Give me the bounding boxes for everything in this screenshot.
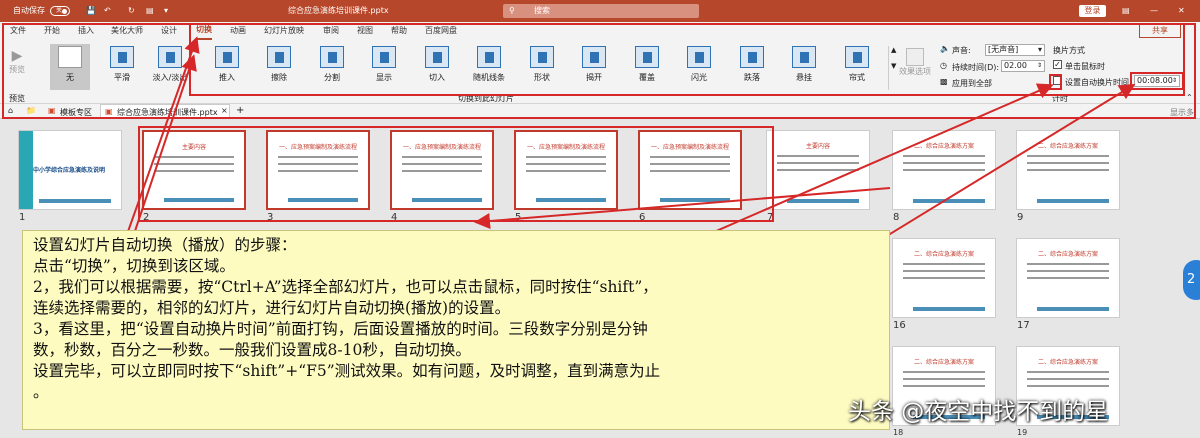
powerpoint-window: 自动保存 关 💾 ↶ ↻ ▤ ▾ 综合应急演练培训课件.pptx ⚲ 搜索 登录… [0, 0, 1200, 438]
note-line: 3，看这里，把“设置自动换片时间”前面打钩，后面设置播放的时间。三段数字分别是分… [33, 320, 648, 338]
side-badge[interactable]: 2 [1183, 260, 1200, 300]
arrow-to-ribbon [131, 54, 197, 241]
arrow-to-tab [124, 36, 200, 241]
watermark: 头条 @夜空中找不到的星 [848, 399, 1109, 425]
note-line: 连续选择需要的，相邻的幻灯片，进行幻灯片自动切换(播放)的设置。 [33, 299, 511, 317]
note-line: 。 [33, 383, 49, 401]
note-line: 2，我们可以根据需要，按“Ctrl+A”选择全部幻灯片，也可以点击鼠标，同时按住… [33, 278, 658, 296]
instruction-note: 设置幻灯片自动切换（播放）的步骤： 点击“切换”，切换到该区域。 2，我们可以根… [22, 230, 890, 430]
note-line: 设置幻灯片自动切换（播放）的步骤： [33, 236, 297, 254]
note-line: 设置完毕，可以立即同时按下“shift”+“F5”测试效果。如有问题，及时调整，… [33, 362, 661, 380]
note-line: 点击“切换”，切换到该区域。 [33, 257, 235, 275]
note-line: 数，秒数，百分之一秒数。一般我们设置成8-10秒，自动切换。 [33, 341, 471, 359]
arrow-to-slides [474, 187, 891, 229]
